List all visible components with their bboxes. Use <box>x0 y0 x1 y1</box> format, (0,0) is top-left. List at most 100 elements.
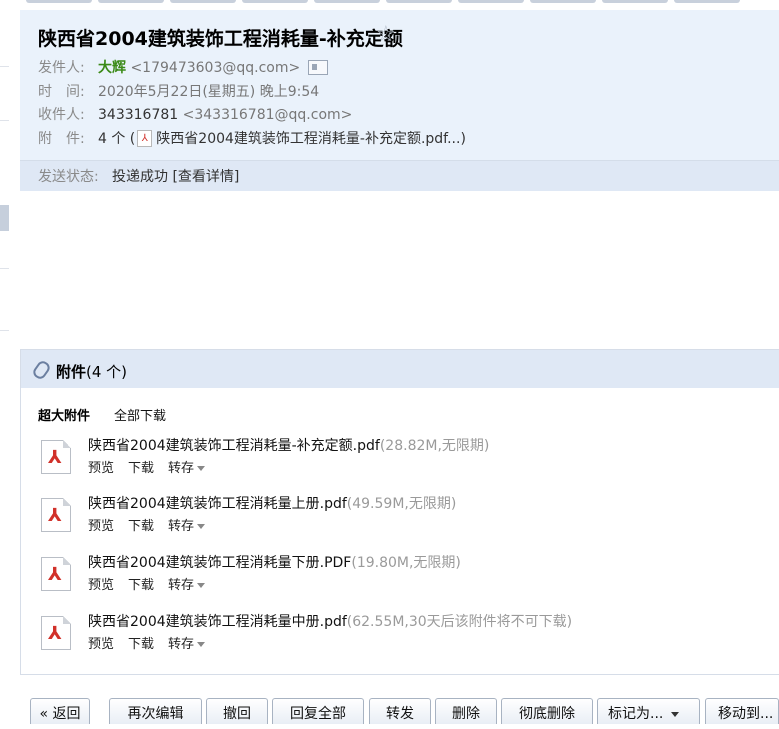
attachments-header: 附件(4 个) <box>21 350 779 388</box>
download-link[interactable]: 下载 <box>128 519 154 534</box>
download-all-link[interactable]: 全部下载 <box>114 405 166 424</box>
chevron-down-icon <box>197 466 206 471</box>
attachment-meta: (62.55M,30天后该附件将不可下载) <box>346 614 573 630</box>
paperclip-icon <box>31 358 52 382</box>
edit-again-button[interactable]: 再次编辑 <box>109 698 202 724</box>
transfer-dropdown[interactable]: 转存 <box>168 461 206 476</box>
gutter-line <box>0 268 9 269</box>
time-label: 时 间: <box>38 84 85 100</box>
recipient-email[interactable]: <343316781@qq.com> <box>183 107 353 123</box>
attachment-name[interactable]: 陕西省2004建筑装饰工程消耗量下册.PDF <box>88 555 351 571</box>
time-value: 2020年5月22日(星期五) 晚上9:54 <box>98 84 320 100</box>
mail-toolbar: « 返回 再次编辑 撤回 回复全部 转发 删除 彻底删除 标记为... 移动到.… <box>20 696 779 724</box>
attachment-item: ⅄ 陕西省2004建筑装饰工程消耗量中册.pdf(62.55M,30天后该附件将… <box>21 611 779 661</box>
top-tab[interactable] <box>530 0 596 3</box>
attachment-actions: 预览 下载 转存 <box>88 633 219 652</box>
attachment-meta: (49.59M,无限期) <box>346 496 457 512</box>
recall-button[interactable]: 撤回 <box>206 698 268 724</box>
attachment-name-line: 陕西省2004建筑装饰工程消耗量下册.PDF(19.80M,无限期) <box>88 552 461 572</box>
chevron-down-icon <box>197 583 206 588</box>
attachment-first-file[interactable]: 陕西省2004建筑装饰工程消耗量-补充定额.pdf...) <box>156 131 466 147</box>
send-status-label: 发送状态: <box>38 169 99 185</box>
reply-all-button[interactable]: 回复全部 <box>272 698 364 724</box>
top-tab[interactable] <box>170 0 236 3</box>
top-tab[interactable] <box>458 0 524 3</box>
attachments-panel: 附件(4 个) 超大附件 全部下载 ⅄ 陕西省2004建筑装饰工程消耗量-补充定… <box>20 349 779 675</box>
chevron-down-icon <box>197 642 206 647</box>
transfer-dropdown[interactable]: 转存 <box>168 637 206 652</box>
contact-card-icon[interactable] <box>308 59 329 75</box>
top-tab[interactable] <box>314 0 380 3</box>
sender-label: 发件人: <box>38 60 85 76</box>
sender-email[interactable]: <179473603@qq.com> <box>130 60 300 76</box>
gutter-selection <box>0 205 9 231</box>
preview-link[interactable]: 预览 <box>88 519 114 534</box>
view-details-link[interactable]: [查看详情] <box>172 169 239 185</box>
transfer-dropdown[interactable]: 转存 <box>168 578 206 593</box>
star-icon[interactable]: ☆ <box>376 22 396 47</box>
attachment-name-line: 陕西省2004建筑装饰工程消耗量中册.pdf(62.55M,30天后该附件将不可… <box>88 611 572 631</box>
delete-permanent-button[interactable]: 彻底删除 <box>501 698 593 724</box>
transfer-label: 转存 <box>168 519 195 534</box>
mark-as-label: 标记为... <box>608 706 664 722</box>
pdf-file-icon[interactable]: ⅄ <box>41 557 71 591</box>
transfer-label: 转存 <box>168 637 195 652</box>
attachment-name[interactable]: 陕西省2004建筑装饰工程消耗量上册.pdf <box>88 496 347 512</box>
attachment-name[interactable]: 陕西省2004建筑装饰工程消耗量中册.pdf <box>88 614 347 630</box>
attachment-row: 附 件: 4 个 (⅄ 陕西省2004建筑装饰工程消耗量-补充定额.pdf...) <box>38 128 466 148</box>
mail-header: 陕西省2004建筑装饰工程消耗量-补充定额 ☆ 发件人: 大辉 <17947360… <box>20 10 779 160</box>
attachment-item: ⅄ 陕西省2004建筑装饰工程消耗量下册.PDF(19.80M,无限期) 预览下… <box>21 552 779 602</box>
large-attachments-label: 超大附件 <box>38 409 91 424</box>
preview-link[interactable]: 预览 <box>88 637 114 652</box>
top-tab[interactable] <box>242 0 308 3</box>
move-to-dropdown[interactable]: 移动到... <box>705 698 779 724</box>
time-row: 时 间: 2020年5月22日(星期五) 晚上9:54 <box>38 81 319 101</box>
recipient-row: 收件人: 343316781 <343316781@qq.com> <box>38 104 352 124</box>
sender-row: 发件人: 大辉 <179473603@qq.com> <box>38 57 329 77</box>
download-link[interactable]: 下载 <box>128 637 154 652</box>
mark-as-dropdown[interactable]: 标记为... <box>597 698 700 724</box>
delete-button[interactable]: 删除 <box>435 698 497 724</box>
attachment-label: 附 件: <box>38 131 85 147</box>
top-tab[interactable] <box>602 0 668 3</box>
top-tab[interactable] <box>26 0 92 3</box>
attachment-actions: 预览 下载 转存 <box>88 457 219 476</box>
attachment-item: ⅄ 陕西省2004建筑装饰工程消耗量上册.pdf(49.59M,无限期) 预览下… <box>21 493 779 543</box>
attachment-name-line: 陕西省2004建筑装饰工程消耗量上册.pdf(49.59M,无限期) <box>88 493 456 513</box>
recipient-name[interactable]: 343316781 <box>98 107 178 123</box>
chevron-down-icon <box>197 524 206 529</box>
attachment-actions: 预览 下载 转存 <box>88 574 219 593</box>
preview-link[interactable]: 预览 <box>88 461 114 476</box>
top-tab[interactable] <box>386 0 452 3</box>
attachment-item: ⅄ 陕西省2004建筑装饰工程消耗量-补充定额.pdf(28.82M,无限期) … <box>21 435 779 485</box>
attachment-actions: 预览 下载 转存 <box>88 515 219 534</box>
send-status-value: 投递成功 <box>112 169 168 185</box>
top-tab-strip <box>20 0 779 6</box>
chevron-down-icon <box>671 711 680 717</box>
download-link[interactable]: 下载 <box>128 578 154 593</box>
preview-link[interactable]: 预览 <box>88 578 114 593</box>
send-status-row: 发送状态: 投递成功 [查看详情] <box>38 166 239 186</box>
transfer-label: 转存 <box>168 461 195 476</box>
mail-subject: 陕西省2004建筑装饰工程消耗量-补充定额 <box>38 28 403 50</box>
pdf-file-icon[interactable]: ⅄ <box>41 498 71 532</box>
gutter-line <box>0 120 9 121</box>
attachment-count[interactable]: 4 个 ( <box>98 131 135 147</box>
attachments-title: 附件(4 个) <box>56 361 127 382</box>
attachments-count: (4 个) <box>86 363 128 381</box>
attachment-name[interactable]: 陕西省2004建筑装饰工程消耗量-补充定额.pdf <box>88 438 380 454</box>
forward-button[interactable]: 转发 <box>369 698 431 724</box>
download-link[interactable]: 下载 <box>128 461 154 476</box>
top-tab[interactable] <box>98 0 164 3</box>
transfer-dropdown[interactable]: 转存 <box>168 519 206 534</box>
sender-name[interactable]: 大辉 <box>98 60 126 76</box>
attachment-meta: (28.82M,无限期) <box>379 438 490 454</box>
attachments-title-text: 附件 <box>56 363 87 381</box>
gutter-line <box>0 330 9 331</box>
attachment-name-line: 陕西省2004建筑装饰工程消耗量-补充定额.pdf(28.82M,无限期) <box>88 435 489 455</box>
transfer-label: 转存 <box>168 578 195 593</box>
pdf-file-icon[interactable]: ⅄ <box>41 616 71 650</box>
top-tab[interactable] <box>674 0 740 3</box>
pdf-file-icon[interactable]: ⅄ <box>41 440 71 474</box>
back-button[interactable]: « 返回 <box>30 698 90 724</box>
